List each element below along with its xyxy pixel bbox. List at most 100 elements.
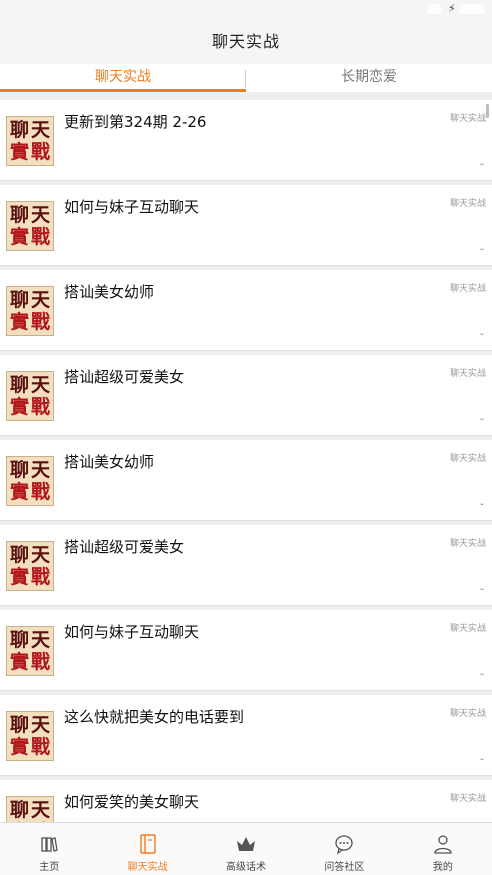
nav-profile[interactable]: 我的: [394, 823, 492, 875]
item-mark-icon: ᵕ: [480, 331, 484, 341]
tab-chat-practice[interactable]: 聊天实战: [0, 64, 246, 92]
thumbnail-char: 聊: [9, 629, 29, 651]
thumbnail-char: 戰: [30, 651, 50, 673]
thumbnail-char: 實: [9, 651, 29, 673]
article-list: 聊 天 實 戰 更新到第324期 2-26 聊天实战 ᵕ 聊 天 實 戰 如何与…: [0, 96, 492, 822]
list-item[interactable]: 聊 天 實 戰 如何与妹子互动聊天 聊天实战 ᵕ: [0, 610, 492, 691]
thumbnail-char: 實: [9, 481, 29, 503]
list-item[interactable]: 聊 天 實 戰 如何爱笑的美女聊天 聊天实战 ᵕ: [0, 780, 492, 822]
thumbnail-image: 聊 天 實 戰: [6, 541, 54, 591]
thumbnail-char: 戰: [30, 141, 50, 163]
user-icon: [434, 835, 452, 854]
thumbnail-char: 聊: [9, 544, 29, 566]
list-item[interactable]: 聊 天 實 戰 如何与妹子互动聊天 聊天实战 ᵕ: [0, 185, 492, 266]
item-mark-icon: ᵕ: [480, 161, 484, 171]
item-title: 更新到第324期 2-26: [64, 113, 207, 131]
item-category-tag: 聊天实战: [449, 624, 486, 634]
tab-long-term-love[interactable]: 长期恋爱: [246, 64, 492, 92]
thumbnail-char: 實: [9, 141, 29, 163]
item-category-tag: 聊天实战: [449, 114, 486, 124]
item-mark-icon: ᵕ: [480, 416, 484, 426]
nav-label: 高级话术: [226, 862, 267, 873]
item-title: 如何爱笑的美女聊天: [64, 793, 200, 811]
thumbnail-char: 天: [30, 544, 50, 566]
nav-home[interactable]: 主页: [0, 823, 98, 875]
list-item[interactable]: 聊 天 實 戰 搭讪美女幼师 聊天实战 ᵕ: [0, 270, 492, 351]
thumbnail-image: 聊 天 實 戰: [6, 456, 54, 506]
item-mark-icon: ᵕ: [480, 671, 484, 681]
tab-divider: [245, 70, 246, 88]
thumbnail-char: 實: [9, 396, 29, 418]
nav-qa-community[interactable]: 问答社区: [295, 823, 393, 875]
thumbnail-char: 聊: [9, 289, 29, 311]
thumbnail-char: 戰: [30, 226, 50, 248]
item-title: 搭讪美女幼师: [64, 453, 155, 471]
nav-label: 聊天实战: [127, 862, 168, 873]
thumbnail-image: 聊 天 實 戰: [6, 201, 54, 251]
item-title: 如何与妹子互动聊天: [64, 198, 200, 216]
nav-advanced-scripts[interactable]: 高级话术: [197, 823, 295, 875]
app-screen: ⚡ 聊天实战 聊天实战 长期恋爱 聊 天 實 戰 更新到第324期 2-26 聊…: [0, 0, 492, 875]
thumbnail-char: 實: [9, 226, 29, 248]
nav-label: 问答社区: [324, 862, 365, 873]
thumbnail-char: 天: [30, 204, 50, 226]
battery-icon: [460, 4, 484, 14]
thumbnail-char: 天: [30, 799, 50, 821]
item-title: 搭讪超级可爱美女: [64, 538, 185, 556]
books-icon: [41, 837, 58, 852]
item-category-tag: 聊天实战: [449, 284, 486, 294]
item-mark-icon: ᵕ: [480, 756, 484, 766]
thumbnail-char: 戰: [30, 566, 50, 588]
thumbnail-image: 聊 天 實 戰: [6, 626, 54, 676]
thumbnail-char: 聊: [9, 374, 29, 396]
thumbnail-char: 戰: [30, 481, 50, 503]
item-mark-icon: ᵕ: [480, 501, 484, 511]
list-item[interactable]: 聊 天 實 戰 更新到第324期 2-26 聊天实战 ᵕ: [0, 100, 492, 181]
item-mark-icon: ᵕ: [480, 246, 484, 256]
wifi-icon: [428, 4, 442, 14]
charging-icon: ⚡: [448, 2, 456, 15]
thumbnail-char: 聊: [9, 799, 29, 821]
thumbnail-char: 戰: [30, 311, 50, 333]
list-item[interactable]: 聊 天 實 戰 搭讪超级可爱美女 聊天实战 ᵕ: [0, 525, 492, 606]
item-category-tag: 聊天实战: [449, 794, 486, 804]
item-mark-icon: ᵕ: [480, 586, 484, 596]
thumbnail-char: 戰: [30, 396, 50, 418]
crown-icon: [237, 837, 256, 851]
item-category-tag: 聊天实战: [449, 369, 486, 379]
thumbnail-char: 實: [9, 566, 29, 588]
list-item[interactable]: 聊 天 實 戰 搭讪美女幼师 聊天实战 ᵕ: [0, 440, 492, 521]
thumbnail-image: 聊 天 實 戰: [6, 116, 54, 166]
nav-label: 我的: [432, 862, 453, 873]
thumbnail-image: 聊 天 實 戰: [6, 371, 54, 421]
status-bar: ⚡: [0, 0, 492, 20]
list-scrollbar[interactable]: [486, 104, 489, 118]
list-item[interactable]: 聊 天 實 戰 这么快就把美女的电话要到 聊天实战 ᵕ: [0, 695, 492, 776]
nav-label: 主页: [39, 862, 60, 873]
item-title: 搭讪超级可爱美女: [64, 368, 185, 386]
thumbnail-char: 實: [9, 311, 29, 333]
thumbnail-char: 天: [30, 629, 50, 651]
status-icons: ⚡: [428, 3, 484, 15]
list-item[interactable]: 聊 天 實 戰 搭讪超级可爱美女 聊天实战 ᵕ: [0, 355, 492, 436]
item-category-tag: 聊天实战: [449, 709, 486, 719]
thumbnail-char: 天: [30, 119, 50, 141]
thumbnail-char: 天: [30, 374, 50, 396]
item-category-tag: 聊天实战: [449, 539, 486, 549]
tab-bar: 聊天实战 长期恋爱: [0, 64, 492, 92]
thumbnail-char: 天: [30, 459, 50, 481]
thumbnail-char: 聊: [9, 119, 29, 141]
page-title: 聊天实战: [211, 32, 280, 51]
item-title: 这么快就把美女的电话要到: [64, 708, 245, 726]
thumbnail-char: 聊: [9, 204, 29, 226]
thumbnail-char: 聊: [9, 714, 29, 736]
item-title: 如何与妹子互动聊天: [64, 623, 200, 641]
notebook-icon: [139, 834, 156, 854]
thumbnail-char: 聊: [9, 459, 29, 481]
thumbnail-char: 實: [9, 736, 29, 758]
item-category-tag: 聊天实战: [449, 199, 486, 209]
nav-chat-practice[interactable]: 聊天实战: [98, 823, 196, 875]
thumbnail-char: 戰: [30, 736, 50, 758]
top-header: 聊天实战: [0, 20, 492, 64]
item-title: 搭讪美女幼师: [64, 283, 155, 301]
